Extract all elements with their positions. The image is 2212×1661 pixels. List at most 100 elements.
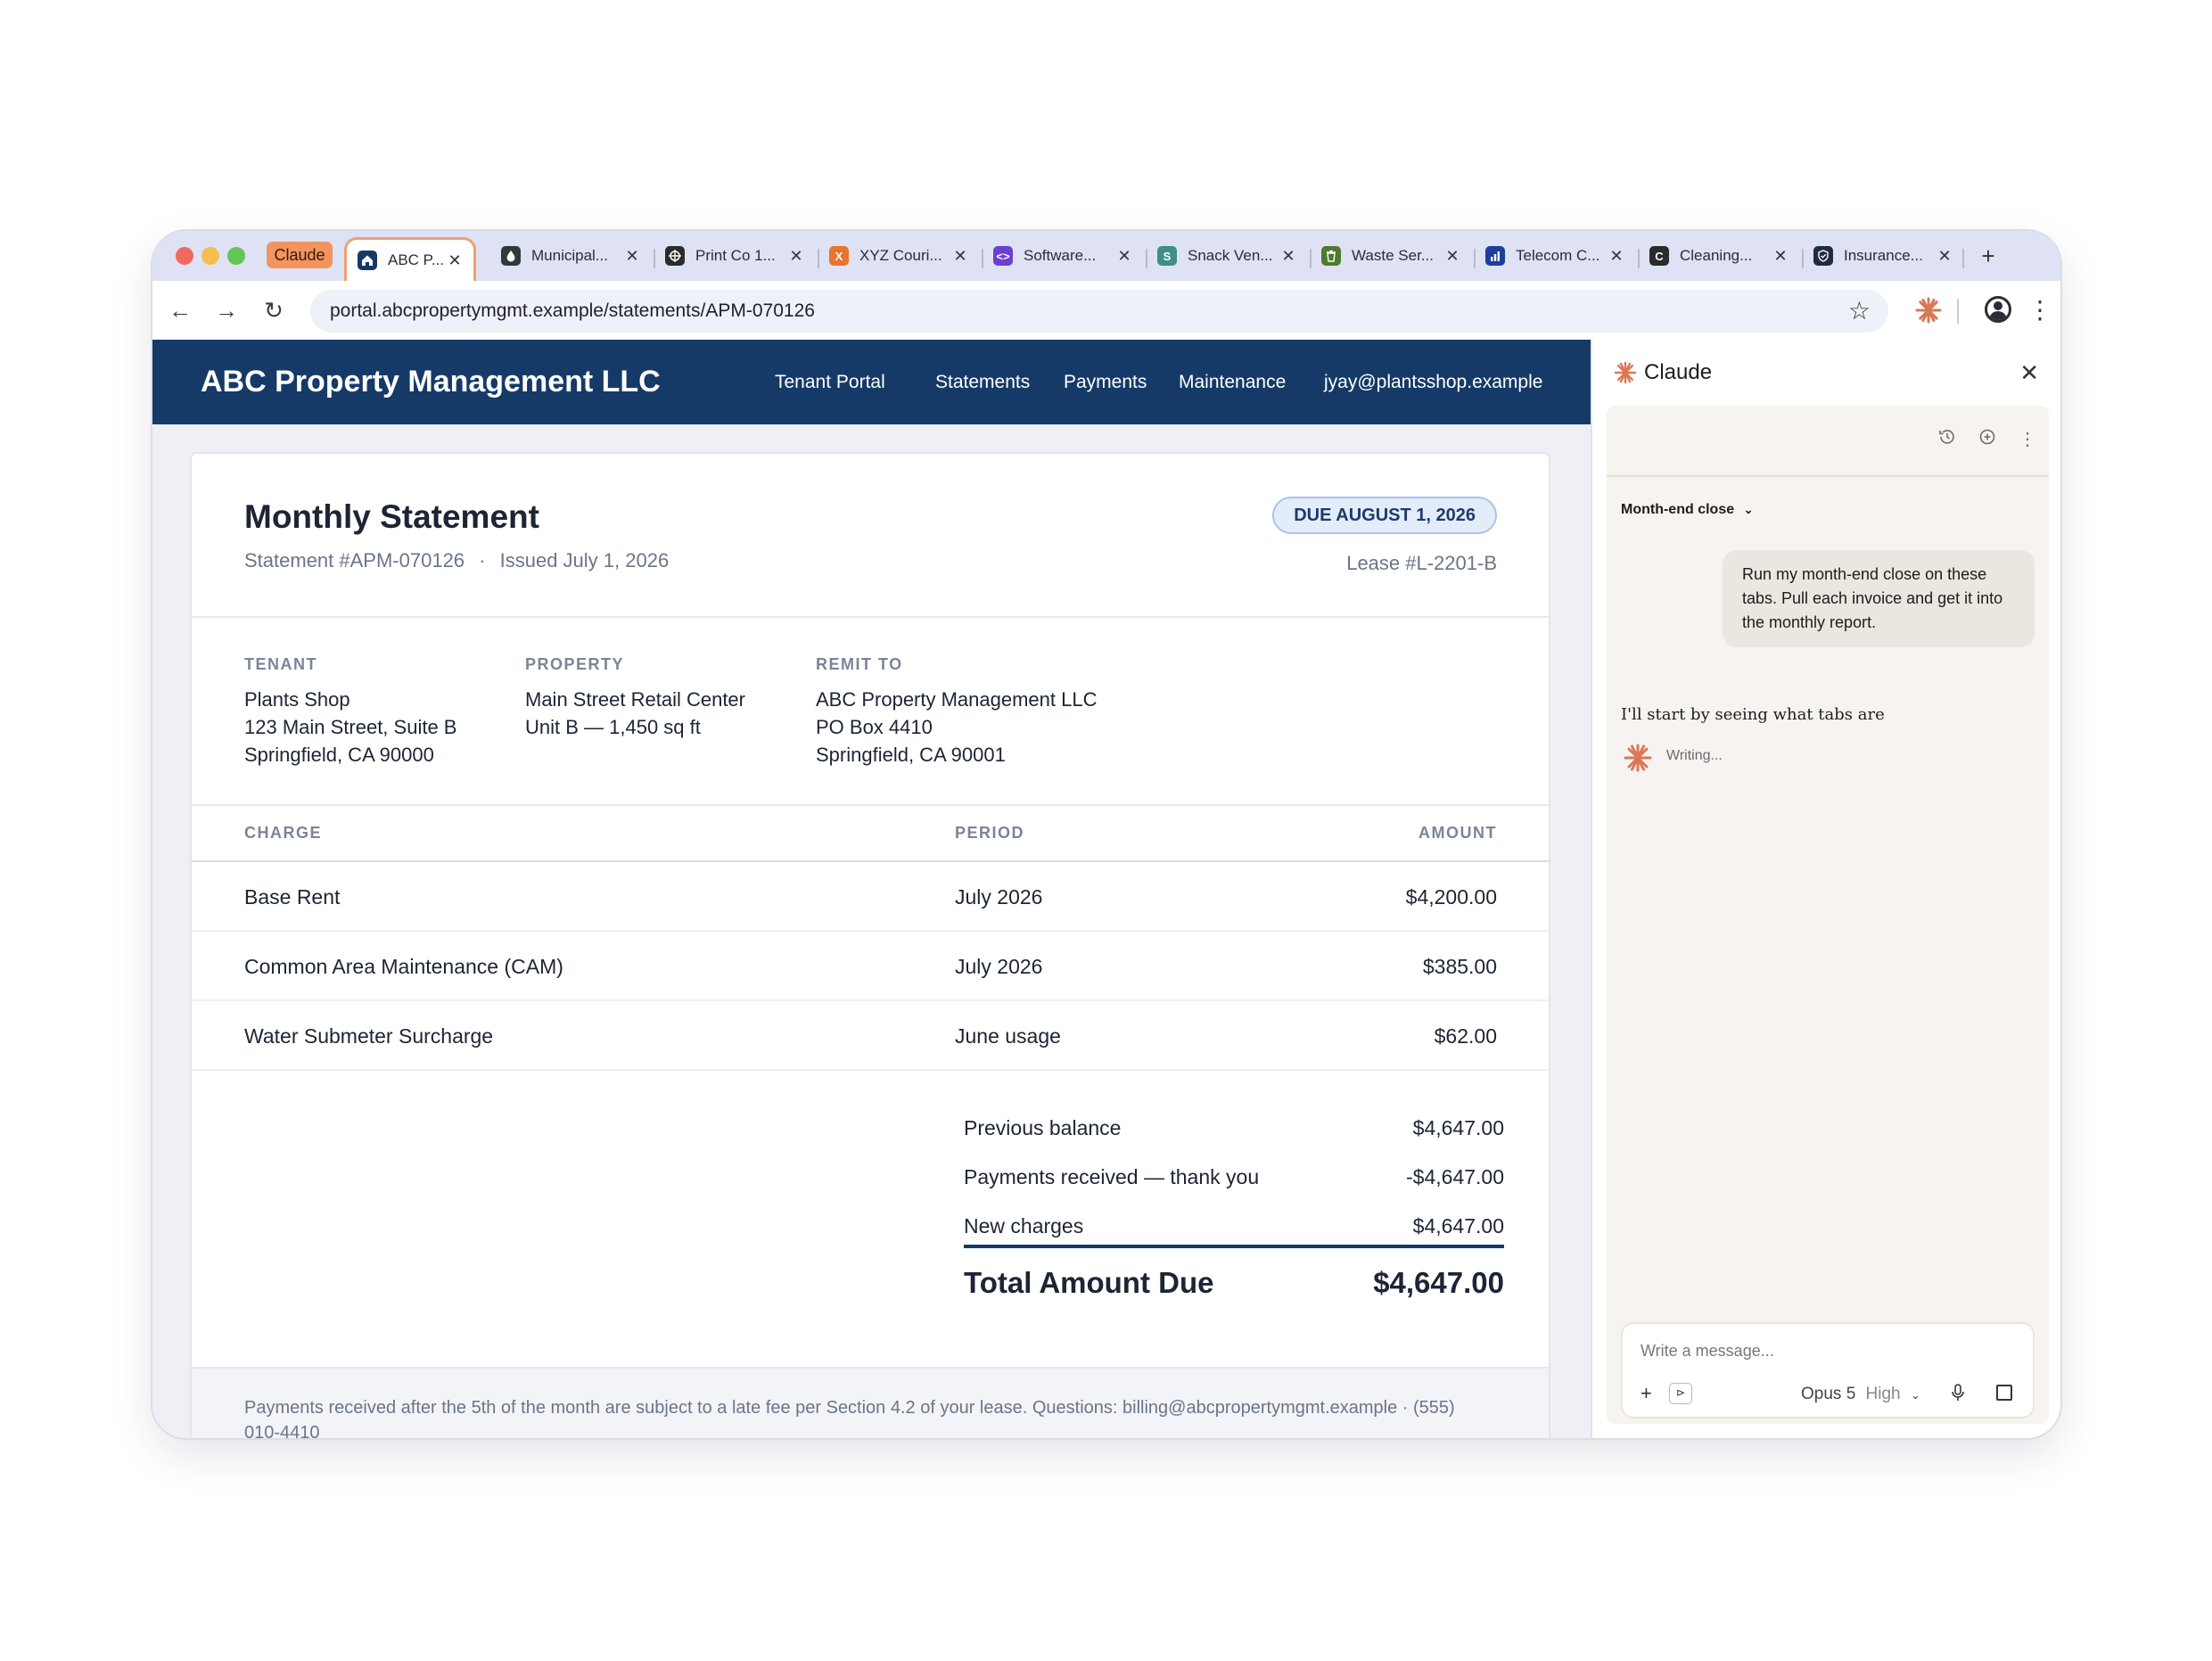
chat-area: ⋮ Month-end close ⌄ Run my month-end clo… [1607,406,2049,1424]
chat-toolbar: ⋮ [1607,406,2049,477]
close-tab-icon[interactable]: ✕ [1607,247,1626,266]
property-label: PROPERTY [525,655,625,673]
close-tab-icon[interactable]: ✕ [445,251,465,270]
bookmark-star-icon[interactable]: ☆ [1848,290,1871,333]
statement-card: Monthly Statement Statement #APM-070126 … [190,452,1550,1438]
chevron-down-icon: ⌄ [1910,1388,1920,1402]
close-panel-icon[interactable]: ✕ [2019,340,2039,406]
tenant-line: Springfield, CA 90000 [244,744,434,766]
bar-chart-icon [1485,246,1505,266]
tab-title: ABC P... [388,251,444,268]
site-brand[interactable]: ABC Property Management LLC [201,340,661,424]
total-amount-row: Total Amount Due $4,647.00 [964,1261,1504,1305]
tab-snack-vendor[interactable]: S Snack Ven... ✕ [1157,239,1298,273]
browser-menu-icon[interactable]: ⋮ [2027,295,2052,325]
tab-separator [1310,249,1312,268]
back-button[interactable]: ← [165,295,195,325]
add-attachment-icon[interactable]: + [1640,1383,1652,1404]
microphone-icon[interactable] [1950,1383,1966,1409]
close-window-button[interactable] [176,247,193,265]
minimize-window-button[interactable] [201,247,219,265]
water-drop-icon [501,246,521,266]
charge-name: Common Area Maintenance (CAM) [244,955,563,978]
summary-row: Previous balance $4,647.00 [964,1110,1504,1146]
tab-municipal[interactable]: Municipal... ✕ [501,239,642,273]
new-tab-button[interactable]: + [1975,242,2002,270]
tab-title: Software... [1024,247,1097,264]
claude-logo-icon [1614,361,1637,384]
tab-title: XYZ Couri... [859,247,942,264]
tools-icon[interactable]: ⊳ [1669,1383,1692,1404]
remit-line: Springfield, CA 90001 [816,744,1006,766]
nav-tenant-portal[interactable]: Tenant Portal [775,340,885,424]
remit-to-address: ABC Property Management LLC PO Box 4410 … [816,686,1098,769]
divider [192,616,1549,618]
stop-icon[interactable] [1996,1385,2012,1401]
close-tab-icon[interactable]: ✕ [1114,247,1134,266]
column-header-charge: CHARGE [244,824,323,842]
tab-separator [1802,249,1804,268]
panel-title: Claude [1644,360,1713,384]
nav-account-email[interactable]: jyay@plantsshop.example [1324,340,1542,424]
model-selector[interactable]: Opus 5 High ⌄ [1801,1385,1920,1404]
table-row: Common Area Maintenance (CAM) July 2026 … [192,932,1549,1001]
total-label: Total Amount Due [964,1266,1214,1299]
tab-insurance[interactable]: Insurance... ✕ [1813,239,1954,273]
mode-label: Month-end close [1621,502,1735,517]
table-row: Base Rent July 2026 $4,200.00 [192,862,1549,932]
nav-maintenance[interactable]: Maintenance [1179,340,1286,424]
summary-row: New charges $4,647.00 [964,1208,1504,1244]
close-tab-icon[interactable]: ✕ [786,247,806,266]
tab-cleaning[interactable]: C Cleaning... ✕ [1649,239,1790,273]
message-input[interactable]: Write a message... [1640,1342,1774,1361]
tab-print-co[interactable]: Print Co 1... ✕ [665,239,806,273]
tab-title: Telecom C... [1516,247,1600,264]
url-text[interactable]: portal.abcpropertymgmt.example/statement… [330,290,815,333]
charge-period: June usage [955,1024,1061,1048]
more-options-icon[interactable]: ⋮ [2015,427,2040,452]
tenant-label: TENANT [244,655,317,673]
address-bar[interactable]: portal.abcpropertymgmt.example/statement… [310,290,1888,333]
tab-software[interactable]: <> Software... ✕ [993,239,1134,273]
property-address: Main Street Retail Center Unit B — 1,450… [525,686,745,741]
close-tab-icon[interactable]: ✕ [622,247,642,266]
close-tab-icon[interactable]: ✕ [1279,247,1298,266]
tenant-address: Plants Shop 123 Main Street, Suite B Spr… [244,686,456,769]
tab-separator [1638,249,1640,268]
close-tab-icon[interactable]: ✕ [1935,247,1954,266]
property-line: Main Street Retail Center [525,688,745,711]
house-icon [358,251,377,270]
tab-separator [982,249,983,268]
tab-telecom[interactable]: Telecom C... ✕ [1485,239,1626,273]
charge-period: July 2026 [955,885,1043,909]
close-tab-icon[interactable]: ✕ [950,247,970,266]
nav-payments[interactable]: Payments [1064,340,1147,424]
conversation-mode-selector[interactable]: Month-end close ⌄ [1621,502,1753,518]
new-chat-icon[interactable] [1975,427,2000,452]
tab-title: Print Co 1... [695,247,776,264]
claude-extension-icon[interactable] [1914,296,1943,325]
reload-button[interactable]: ↻ [259,295,289,325]
cleaning-c-icon: C [1649,246,1669,266]
close-tab-icon[interactable]: ✕ [1443,247,1462,266]
browser-window: Claude ABC P... ✕ Municipal... ✕ Print C… [152,231,2060,1438]
shield-check-icon [1813,246,1833,266]
nav-statements[interactable]: Statements [935,340,1030,424]
close-tab-icon[interactable]: ✕ [1771,247,1790,266]
summary-value: $4,647.00 [1412,1116,1504,1139]
history-icon[interactable] [1935,427,1960,452]
charge-period: July 2026 [955,955,1043,978]
tab-strip: Claude ABC P... ✕ Municipal... ✕ Print C… [152,231,2060,281]
message-composer[interactable]: Write a message... + ⊳ Opus 5 High ⌄ [1621,1322,2035,1418]
claude-tab-group-label[interactable]: Claude [267,242,333,268]
profile-avatar-icon[interactable] [1985,296,2011,323]
due-date-badge: DUE AUGUST 1, 2026 [1272,497,1497,534]
remit-line: PO Box 4410 [816,716,933,738]
tab-xyz-courier[interactable]: X XYZ Couri... ✕ [829,239,970,273]
assistant-message: I'll start by seeing what tabs are [1621,705,1885,724]
forward-button[interactable]: → [211,295,242,325]
zoom-window-button[interactable] [227,247,245,265]
meta-separator: · [479,549,486,571]
tab-waste-service[interactable]: Waste Ser... ✕ [1321,239,1462,273]
tab-abc-property[interactable]: ABC P... ✕ [344,237,476,281]
